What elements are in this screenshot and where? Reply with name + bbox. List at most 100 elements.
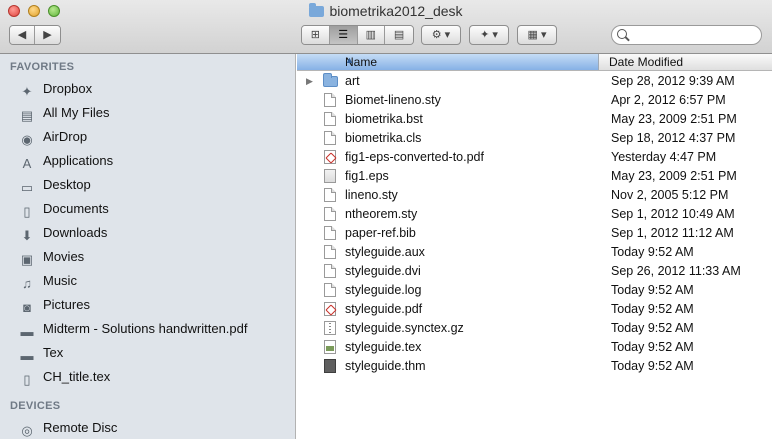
file-row[interactable]: biometrika.cls Sep 18, 2012 4:37 PM — [297, 129, 772, 148]
file-date: Sep 1, 2012 10:49 AM — [611, 207, 735, 221]
document-icon — [324, 188, 336, 202]
file-row[interactable]: styleguide.aux Today 9:52 AM — [297, 243, 772, 262]
dropbox-icon: ✦ — [21, 84, 33, 99]
file-name: biometrika.bst — [345, 112, 423, 126]
file-date: Today 9:52 AM — [611, 245, 694, 259]
file-date: Sep 1, 2012 11:12 AM — [611, 226, 734, 240]
movies-icon: ▣ — [20, 252, 34, 267]
sidebar-item-desktop[interactable]: ▭ Desktop — [18, 174, 91, 196]
sidebar-item-label: Documents — [43, 201, 109, 216]
sidebar-item-documents[interactable]: ▯ Documents — [18, 198, 109, 220]
file-name: styleguide.log — [345, 283, 422, 297]
archive-icon — [324, 321, 336, 335]
folder-icon: ▬ — [20, 324, 34, 339]
sidebar-item-label: Dropbox — [43, 81, 93, 96]
pictures-icon: ◙ — [23, 300, 31, 315]
sidebar-item-music[interactable]: ♫ Music — [18, 270, 77, 292]
view-mode-control: ⊞ ☰ ▥ ▤ — [301, 25, 414, 45]
file-date: Today 9:52 AM — [611, 302, 694, 316]
favorites-section-label: FAVORITES — [10, 61, 75, 73]
name-column-header[interactable]: Name ▲ — [297, 54, 599, 70]
file-row[interactable]: ▶ art Sep 28, 2012 9:39 AM — [297, 72, 772, 91]
devices-section-label: DEVICES — [10, 400, 61, 412]
file-row[interactable]: biometrika.bst May 23, 2009 2:51 PM — [297, 110, 772, 129]
sidebar-item-label: AirDrop — [43, 129, 88, 144]
sidebar-item-label: Movies — [43, 249, 85, 264]
sidebar-item-movies[interactable]: ▣ Movies — [18, 246, 84, 268]
music-icon: ♫ — [22, 276, 32, 291]
document-icon — [324, 264, 336, 278]
airdrop-icon: ◉ — [21, 132, 33, 147]
sidebar-item-remote-disc[interactable]: ◎ Remote Disc — [18, 417, 117, 439]
document-icon — [324, 112, 336, 126]
file-row[interactable]: styleguide.synctex.gz Today 9:52 AM — [297, 319, 772, 338]
file-row[interactable]: styleguide.pdf Today 9:52 AM — [297, 300, 772, 319]
file-name: styleguide.thm — [345, 359, 426, 373]
forward-button[interactable]: ▶ — [35, 26, 60, 44]
file-row[interactable]: fig1-eps-converted-to.pdf Yesterday 4:47… — [297, 148, 772, 167]
file-date: May 23, 2009 2:51 PM — [611, 169, 737, 183]
coverflow-view-button[interactable]: ▤ — [385, 26, 413, 44]
folder-icon: ▬ — [20, 348, 34, 363]
dropbox-menu-button[interactable]: ✦ ▾ — [469, 25, 509, 45]
action-menu-button[interactable]: ⚙ ▾ — [421, 25, 461, 45]
search-icon — [617, 29, 627, 39]
search-input[interactable] — [632, 28, 758, 44]
all-files-icon: ▤ — [20, 108, 34, 123]
sidebar-item-label: Applications — [43, 153, 114, 168]
sidebar-item-pictures[interactable]: ◙ Pictures — [18, 294, 90, 316]
window-title-area: biometrika2012_desk — [0, 3, 772, 19]
pdf-icon — [324, 302, 336, 316]
file-row[interactable]: styleguide.thm Today 9:52 AM — [297, 357, 772, 376]
sidebar-item-label: CH_title.tex — [43, 369, 111, 384]
search-field[interactable] — [611, 25, 762, 45]
sidebar-item-dropbox[interactable]: ✦ Dropbox — [18, 78, 93, 100]
sidebar: FAVORITES ✦ Dropbox ▤ All My Files ◉ AirDro… — [0, 54, 296, 439]
downloads-icon: ⬇ — [21, 228, 33, 243]
document-icon — [324, 131, 336, 145]
disclosure-triangle-icon[interactable]: ▶ — [306, 72, 313, 91]
file-row[interactable]: styleguide.tex Today 9:52 AM — [297, 338, 772, 357]
file-date: Today 9:52 AM — [611, 283, 694, 297]
thm-file-icon — [324, 359, 336, 373]
file-row[interactable]: styleguide.dvi Sep 26, 2012 11:33 AM — [297, 262, 772, 281]
sidebar-item-airdrop[interactable]: ◉ AirDrop — [18, 126, 87, 148]
pdf-icon — [324, 150, 336, 164]
desktop-icon: ▭ — [20, 180, 34, 195]
sidebar-item-label: Music — [43, 273, 77, 288]
window-toolbar: biometrika2012_desk ◀ ▶ ⊞ ☰ ▥ ▤ ⚙ ▾ ✦ ▾ … — [0, 0, 772, 54]
file-row[interactable]: fig1.eps May 23, 2009 2:51 PM — [297, 167, 772, 186]
sidebar-item-downloads[interactable]: ⬇ Downloads — [18, 222, 108, 244]
file-date: Yesterday 4:47 PM — [611, 150, 717, 164]
list-header: Name ▲ Date Modified — [297, 54, 772, 71]
arrange-menu-button[interactable]: ▦ ▾ — [517, 25, 557, 45]
file-row[interactable]: styleguide.log Today 9:52 AM — [297, 281, 772, 300]
sidebar-item-label: Downloads — [43, 225, 108, 240]
file-row[interactable]: Biomet-lineno.sty Apr 2, 2012 6:57 PM — [297, 91, 772, 110]
file-row[interactable]: ntheorem.sty Sep 1, 2012 10:49 AM — [297, 205, 772, 224]
list-view-button[interactable]: ☰ — [329, 26, 358, 44]
document-icon — [324, 245, 336, 259]
file-name: lineno.sty — [345, 188, 398, 202]
sidebar-item-label: Remote Disc — [43, 420, 118, 435]
file-date: Apr 2, 2012 6:57 PM — [611, 93, 726, 107]
file-list: Name ▲ Date Modified ▶ art Sep 28, 2012 … — [297, 54, 772, 439]
sidebar-item-all-my-files[interactable]: ▤ All My Files — [18, 102, 110, 124]
eps-file-icon — [324, 169, 336, 183]
sidebar-item-midterm-pdf[interactable]: ▬ Midterm - Solutions handwritten.pdf — [18, 318, 248, 340]
sidebar-item-tex[interactable]: ▬ Tex — [18, 342, 64, 364]
file-row[interactable]: lineno.sty Nov 2, 2005 5:12 PM — [297, 186, 772, 205]
file-row[interactable]: paper-ref.bib Sep 1, 2012 11:12 AM — [297, 224, 772, 243]
documents-icon: ▯ — [23, 204, 31, 219]
file-date: May 23, 2009 2:51 PM — [611, 112, 737, 126]
document-icon — [324, 283, 336, 297]
sidebar-item-ch-title[interactable]: ▯ CH_title.tex — [18, 366, 110, 388]
sidebar-item-applications[interactable]: A Applications — [18, 150, 113, 172]
icon-view-button[interactable]: ⊞ — [302, 26, 330, 44]
back-button[interactable]: ◀ — [10, 26, 35, 44]
column-view-button[interactable]: ▥ — [357, 26, 386, 44]
sidebar-item-label: Tex — [43, 345, 64, 360]
tex-file-icon — [324, 340, 336, 354]
file-date: Sep 18, 2012 4:37 PM — [611, 131, 736, 145]
date-column-header[interactable]: Date Modified — [609, 55, 683, 69]
